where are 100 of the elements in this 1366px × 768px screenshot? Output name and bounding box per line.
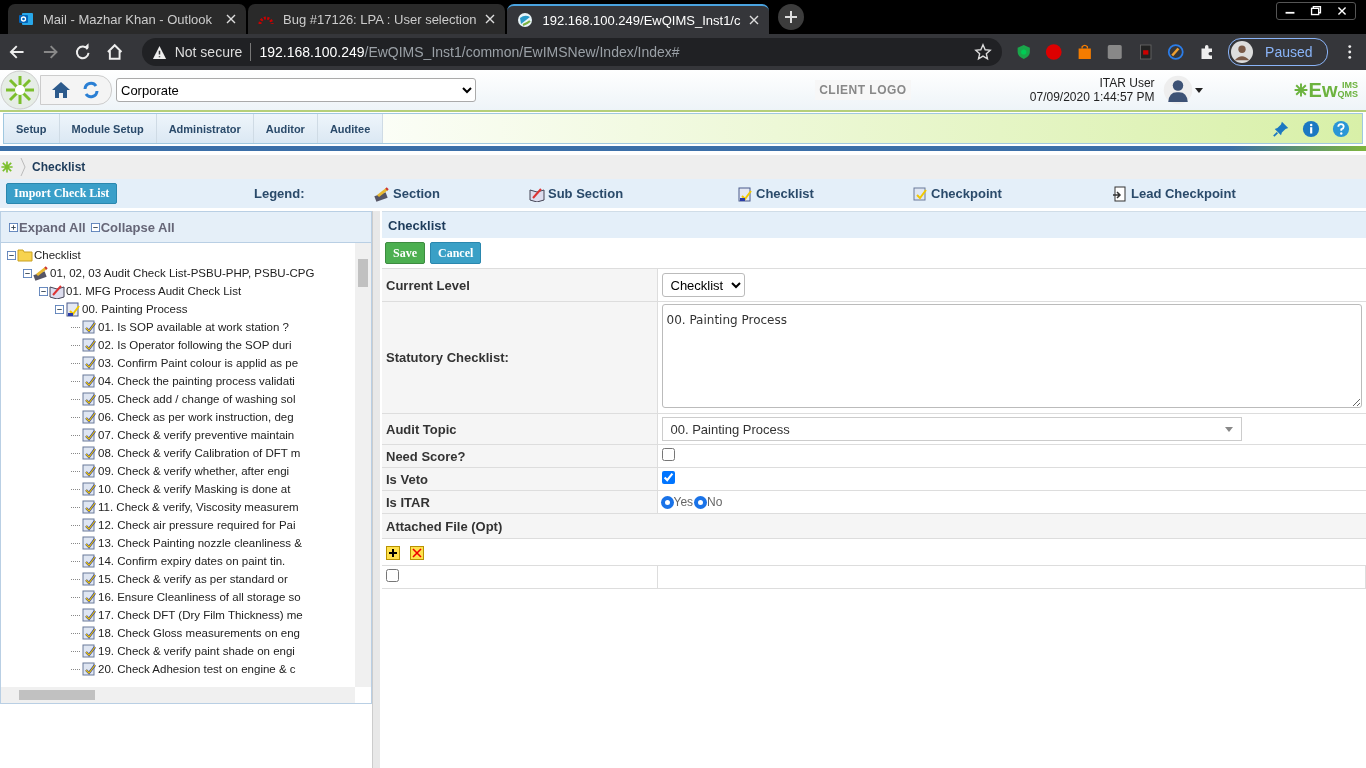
- section-label: Attached File (Opt): [386, 518, 503, 534]
- brush-icon[interactable]: [1167, 43, 1185, 61]
- menu-tab[interactable]: Auditee: [317, 114, 384, 143]
- new-tab-icon[interactable]: [777, 3, 806, 31]
- scrollbar[interactable]: [1, 687, 355, 703]
- checkbox-tick-icon: [81, 499, 97, 515]
- tree-node[interactable]: 18. Check Gloss measurements on eng: [98, 627, 300, 639]
- tree-node[interactable]: 11. Check & verify, Viscosity measurem: [98, 501, 299, 513]
- tree-node[interactable]: 12. Check air pressure required for Pai: [98, 519, 296, 531]
- tree-node[interactable]: 01. Is SOP available at work station ?: [98, 321, 289, 333]
- radio-option[interactable]: Yes: [661, 495, 694, 509]
- breadcrumb-item[interactable]: Checklist: [32, 160, 86, 174]
- browser-tab[interactable]: Bug #17126: LPA : User selection: [248, 4, 506, 34]
- field-label: Need Score?: [386, 448, 466, 464]
- caret-icon[interactable]: [1194, 87, 1203, 93]
- legend-item: Lead Checkpoint: [1131, 186, 1236, 201]
- checkbox[interactable]: [661, 448, 675, 461]
- checkbox-tick-icon: [81, 463, 97, 479]
- tree-node[interactable]: 02. Is Operator following the SOP duri: [98, 339, 292, 351]
- info-icon[interactable]: [1302, 119, 1320, 138]
- tree-node[interactable]: 20. Check Adhesion test on engine & c: [98, 663, 296, 675]
- refresh-icon[interactable]: [81, 80, 101, 100]
- login-datetime: 07/09/2020 1:44:57 PM: [1029, 90, 1155, 104]
- minus-icon: [90, 222, 100, 232]
- tree-node[interactable]: 04. Check the painting process validati: [98, 375, 295, 387]
- warning-icon: [151, 44, 167, 60]
- home-icon[interactable]: [105, 42, 125, 62]
- level-dropdown[interactable]: Checklist: [661, 273, 745, 297]
- scrollbar[interactable]: [355, 243, 371, 687]
- legend-item: Checkpoint: [931, 186, 1002, 201]
- checkbox-tick-icon: [81, 481, 97, 497]
- avatar-icon: [1231, 41, 1254, 63]
- tree-node[interactable]: 09. Check & verify whether, after engi: [98, 465, 290, 477]
- menu-tab[interactable]: Module Setup: [59, 114, 157, 143]
- checkbox-tick-icon: [81, 607, 97, 623]
- tree-node[interactable]: 15. Check & verify as per standard or: [98, 573, 288, 585]
- radio-option[interactable]: No: [695, 495, 723, 509]
- checkbox-tick-icon: [81, 589, 97, 605]
- checkbox[interactable]: [661, 471, 675, 484]
- star-icon[interactable]: [973, 43, 992, 61]
- tree-node[interactable]: 06. Check as per work instruction, deg: [98, 411, 294, 423]
- tree-node[interactable]: 19. Check & verify paint shade on engi: [98, 645, 295, 657]
- tree-node[interactable]: 16. Ensure Cleanliness of all storage so: [98, 591, 301, 603]
- collapse-icon[interactable]: [39, 286, 48, 296]
- folder-icon: [17, 247, 33, 263]
- legend-label: Legend:: [254, 186, 305, 201]
- checkbox-tick-icon: [81, 643, 97, 659]
- expand-all-link[interactable]: Expand All: [9, 219, 86, 235]
- checkbox-tick-icon: [81, 517, 97, 533]
- tree-node[interactable]: 14. Confirm expiry dates on paint tin.: [98, 555, 286, 567]
- tree-node[interactable]: 13. Check Painting nozzle cleanliness &: [98, 537, 302, 549]
- topic-dropdown[interactable]: 00. Painting Process: [661, 417, 1242, 441]
- tree-node[interactable]: 01, 02, 03 Audit Check List-PSBU-PHP, PSBU-CPG: [50, 267, 315, 279]
- open-book-icon: [49, 283, 65, 299]
- address-bar[interactable]: Not secure 192.168.100.249/EwQIMS_Inst1/common/EwIMSNew/Index/Index#: [141, 38, 1002, 66]
- unit-dropdown[interactable]: Corporate: [116, 78, 476, 102]
- close-icon[interactable]: [749, 15, 760, 25]
- browser-tab[interactable]: 192.168.100.249/EwQIMS_Inst1/c: [507, 4, 770, 34]
- close-icon[interactable]: [226, 14, 236, 24]
- checkbox-tick-icon: [81, 553, 97, 569]
- text-area[interactable]: 00. Painting Process: [661, 304, 1362, 408]
- collapse-icon[interactable]: [55, 304, 64, 314]
- user-silhouette-icon[interactable]: [1162, 75, 1193, 105]
- menu-tab[interactable]: Auditor: [253, 114, 318, 143]
- menu-tab[interactable]: Setup: [4, 114, 60, 143]
- field-label: Is ITAR: [386, 494, 430, 510]
- pencil-book-icon: [374, 185, 390, 202]
- tree-node[interactable]: 00. Painting Process: [82, 303, 188, 315]
- add-icon[interactable]: [386, 545, 400, 560]
- user-name: ITAR User: [1099, 76, 1155, 90]
- tree-node[interactable]: 17. Check DFT (Dry Film Thickness) me: [98, 609, 303, 621]
- tree-node[interactable]: 08. Check & verify Calibration of DFT m: [98, 447, 301, 459]
- home-icon[interactable]: [51, 80, 71, 100]
- square-icon[interactable]: [1106, 43, 1124, 61]
- profile-button[interactable]: Paused: [1228, 38, 1328, 66]
- legend-item: Checklist: [756, 186, 814, 201]
- help-icon[interactable]: [1332, 119, 1350, 138]
- tree-node[interactable]: Checklist: [34, 249, 81, 261]
- tree-node[interactable]: 01. MFG Process Audit Check List: [66, 285, 242, 297]
- tree-node[interactable]: 03. Confirm Paint colour is applid as pe: [98, 357, 299, 369]
- mail-icon: [18, 11, 34, 27]
- checkbox-tick-icon: [81, 391, 97, 407]
- checkbox-tick-icon: [81, 355, 97, 371]
- delete-icon[interactable]: [410, 545, 424, 560]
- globe-icon: [517, 12, 534, 28]
- collapse-all-link[interactable]: Collapse All: [90, 219, 175, 235]
- legend-item: Section: [393, 186, 440, 201]
- collapse-icon[interactable]: [7, 250, 16, 260]
- tree-node[interactable]: 05. Check add / change of washing sol: [98, 393, 296, 405]
- field-label: Current Level: [386, 277, 470, 293]
- checkbox[interactable]: [386, 569, 399, 582]
- close-icon[interactable]: [485, 14, 496, 24]
- collapse-icon[interactable]: [23, 268, 32, 278]
- checkbox-tick-icon: [81, 535, 97, 551]
- tree-node[interactable]: 10. Check & verify Masking is done at: [98, 483, 291, 495]
- checkbox-tick-icon: [81, 409, 97, 425]
- menu-tab[interactable]: Administrator: [156, 114, 254, 143]
- pin-icon[interactable]: [1272, 119, 1290, 138]
- tree-node[interactable]: 07. Check & verify preventive maintain: [98, 429, 295, 441]
- browser-tab[interactable]: Mail - Mazhar Khan - Outlook: [8, 4, 246, 34]
